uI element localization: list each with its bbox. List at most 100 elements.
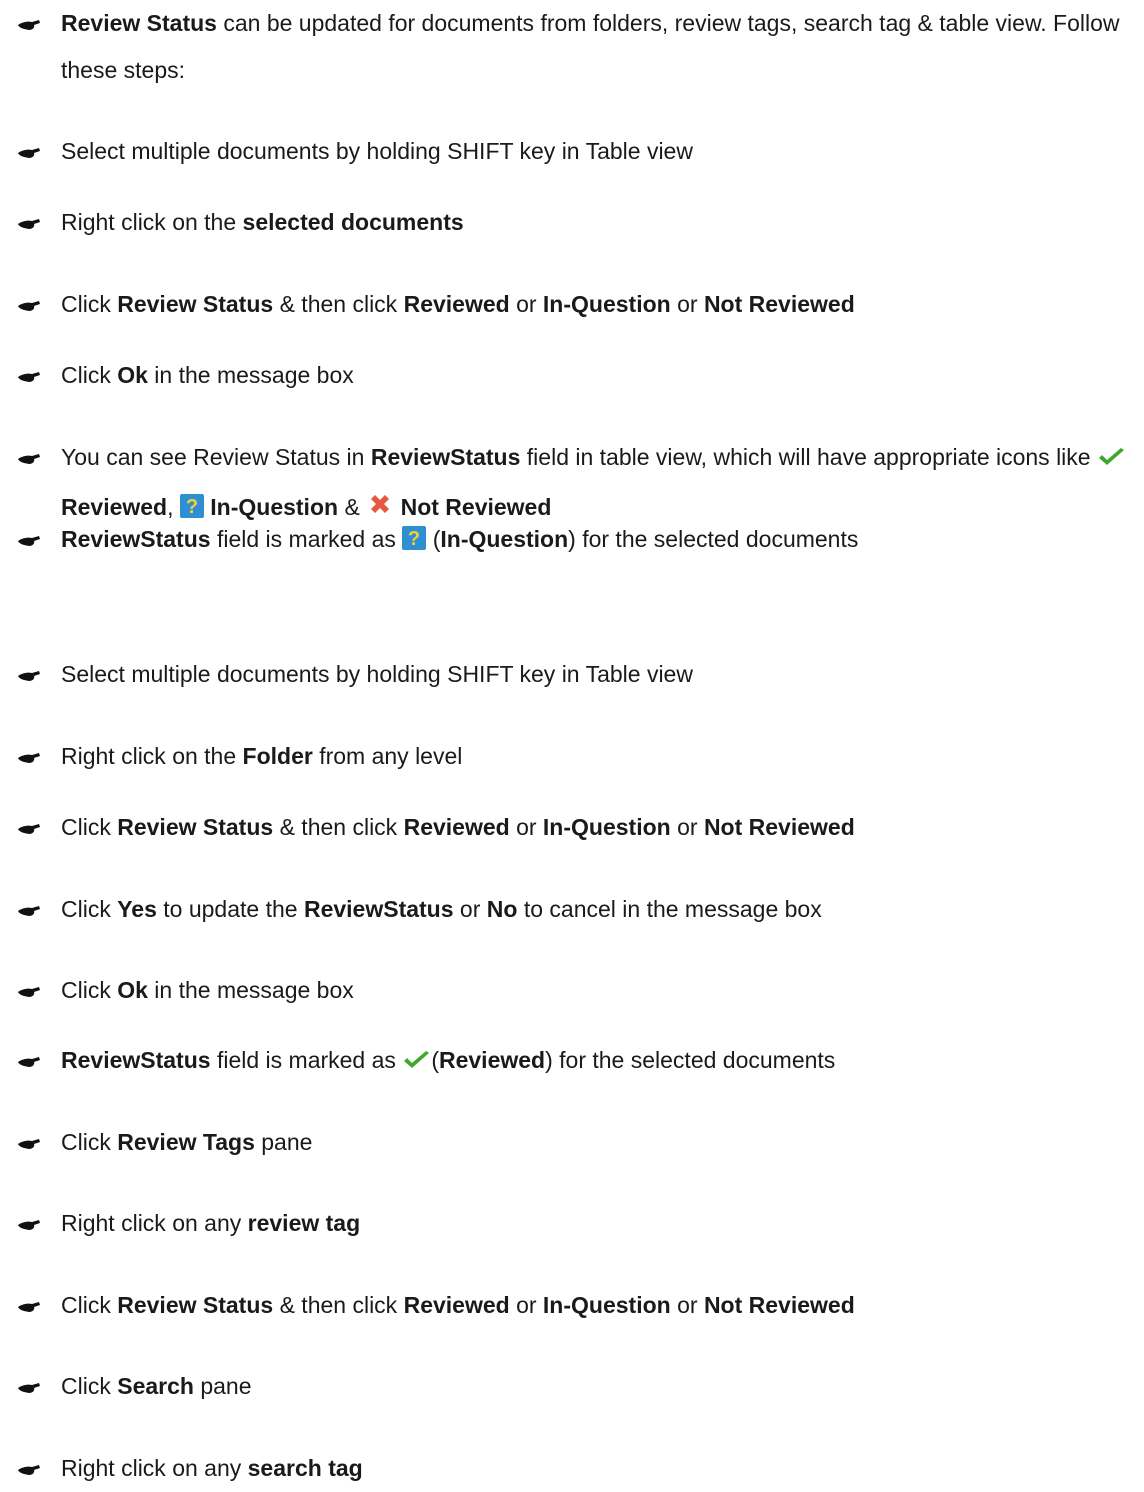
step-text-segment: Click xyxy=(61,1129,118,1155)
bold-term: Not Reviewed xyxy=(703,814,855,840)
step-text: Click Ok in the message box xyxy=(61,352,1140,399)
step-text-segment: to cancel in the message box xyxy=(517,896,822,922)
step-text-segment: or xyxy=(670,291,704,317)
step-text-segment: & then click xyxy=(273,814,404,840)
pointing-hand-icon xyxy=(18,743,40,763)
step-text: Review Status can be updated for documen… xyxy=(61,0,1140,94)
step-text: Right click on the Folder from any level xyxy=(61,733,1140,780)
step-text: Click Review Tags pane xyxy=(61,1119,1140,1166)
bold-term: ReviewStatus xyxy=(303,896,454,922)
step-text-segment: in the message box xyxy=(147,362,354,388)
bold-term: Search xyxy=(117,1373,194,1399)
step-text-segment: field in table view, which will have app… xyxy=(520,444,1097,470)
pointing-hand-icon xyxy=(18,1373,40,1393)
step-text: Select multiple documents by holding SHI… xyxy=(61,128,1140,175)
bold-term: In-Question xyxy=(542,291,671,317)
pointing-hand-icon xyxy=(18,1292,40,1312)
step-text-segment: Click xyxy=(61,896,118,922)
step-text-segment: ( xyxy=(431,1047,439,1073)
bold-term: Review Tags xyxy=(117,1129,255,1155)
step-text-segment: Click xyxy=(61,977,118,1003)
bold-term: ReviewStatus xyxy=(370,444,521,470)
bold-term: In-Question xyxy=(542,1292,671,1318)
step-text-segment: ) for the selected documents xyxy=(545,1047,836,1073)
pointing-hand-icon xyxy=(18,1047,40,1067)
bold-term: Folder xyxy=(242,743,313,769)
step-text: ReviewStatus field is marked as ? (In-Qu… xyxy=(61,516,1140,566)
step-text: Right click on the selected documents xyxy=(61,199,1140,246)
pointing-hand-icon xyxy=(18,896,40,916)
pointing-hand-icon xyxy=(18,362,40,382)
pointing-hand-icon xyxy=(18,10,40,30)
step-text-segment: Click xyxy=(61,814,118,840)
step-text-segment: Select multiple documents by holding SHI… xyxy=(61,661,693,687)
step-text: Click Yes to update the ReviewStatus or … xyxy=(61,886,1140,933)
step-text-segment: or xyxy=(453,896,487,922)
pointing-hand-icon xyxy=(18,526,40,546)
step-text-segment: ) for the selected documents xyxy=(568,526,859,552)
pointing-hand-icon xyxy=(18,661,40,681)
step-text-segment: Click xyxy=(61,362,118,388)
step-text: Select multiple documents by holding SHI… xyxy=(61,651,1140,698)
step-text-segment: pane xyxy=(254,1129,313,1155)
step-text-segment: in the message box xyxy=(147,977,354,1003)
bold-term: Yes xyxy=(117,896,157,922)
check-icon xyxy=(402,1040,431,1087)
step-text: Click Ok in the message box xyxy=(61,967,1140,1014)
bold-term: Review Status xyxy=(117,291,274,317)
bold-term: search tag xyxy=(247,1455,363,1481)
pointing-hand-icon xyxy=(18,1455,40,1475)
check-icon xyxy=(1097,437,1126,484)
step-text-segment: or xyxy=(670,1292,704,1318)
step-text-segment: Click xyxy=(61,1292,118,1318)
bold-term: Reviewed xyxy=(403,814,510,840)
step-text: ReviewStatus field is marked as (Reviewe… xyxy=(61,1037,1140,1087)
bold-term: Review Status xyxy=(61,10,217,36)
pointing-hand-icon xyxy=(18,291,40,311)
step-text-segment: or xyxy=(509,291,543,317)
step-text-segment: & then click xyxy=(273,1292,404,1318)
bold-term: Review Status xyxy=(117,1292,274,1318)
step-text-segment: You can see Review Status in xyxy=(61,444,371,470)
bold-term: Ok xyxy=(117,977,148,1003)
bold-term: Not Reviewed xyxy=(703,291,855,317)
step-text: Click Search pane xyxy=(61,1363,1140,1410)
step-text: Click Review Status & then click Reviewe… xyxy=(61,804,1140,851)
step-text-segment: Right click on the xyxy=(61,209,243,235)
pointing-hand-icon xyxy=(18,209,40,229)
bold-term: Not Reviewed xyxy=(703,1292,855,1318)
bold-term: Reviewed xyxy=(438,1047,546,1073)
step-text: Click Review Status & then click Reviewe… xyxy=(61,1282,1140,1329)
bold-term: ReviewStatus xyxy=(61,526,211,552)
bold-term: No xyxy=(486,896,518,922)
pointing-hand-icon xyxy=(18,138,40,158)
step-text-segment: Right click on any xyxy=(61,1455,248,1481)
step-text-segment: pane xyxy=(193,1373,252,1399)
step-text: Right click on any review tag xyxy=(61,1200,1140,1247)
step-text-segment: ( xyxy=(426,526,441,552)
step-text-segment: can be updated for documents from folder… xyxy=(61,10,1120,83)
step-text: Right click on any search tag xyxy=(61,1445,1140,1492)
bold-term: ReviewStatus xyxy=(61,1047,211,1073)
pointing-hand-icon xyxy=(18,1210,40,1230)
bold-term: In-Question xyxy=(542,814,671,840)
question-icon: ? xyxy=(402,519,427,566)
step-text-segment: field is marked as xyxy=(210,526,403,552)
step-text-segment: or xyxy=(509,1292,543,1318)
step-text-segment: to update the xyxy=(156,896,304,922)
step-text-segment: or xyxy=(509,814,543,840)
bold-term: review tag xyxy=(247,1210,361,1236)
pointing-hand-icon xyxy=(18,977,40,997)
step-text-segment: Select multiple documents by holding SHI… xyxy=(61,138,693,164)
svg-text:?: ? xyxy=(408,528,420,550)
step-text-segment: from any level xyxy=(312,743,463,769)
step-text-segment: Right click on any xyxy=(61,1210,248,1236)
step-text-segment: or xyxy=(670,814,704,840)
step-text-segment: Click xyxy=(61,291,118,317)
pointing-hand-icon xyxy=(18,1129,40,1149)
pointing-hand-icon xyxy=(18,444,40,464)
bold-term: Ok xyxy=(117,362,148,388)
pointing-hand-icon xyxy=(18,814,40,834)
step-text: Click Review Status & then click Reviewe… xyxy=(61,281,1140,328)
bold-term: Reviewed xyxy=(403,1292,510,1318)
